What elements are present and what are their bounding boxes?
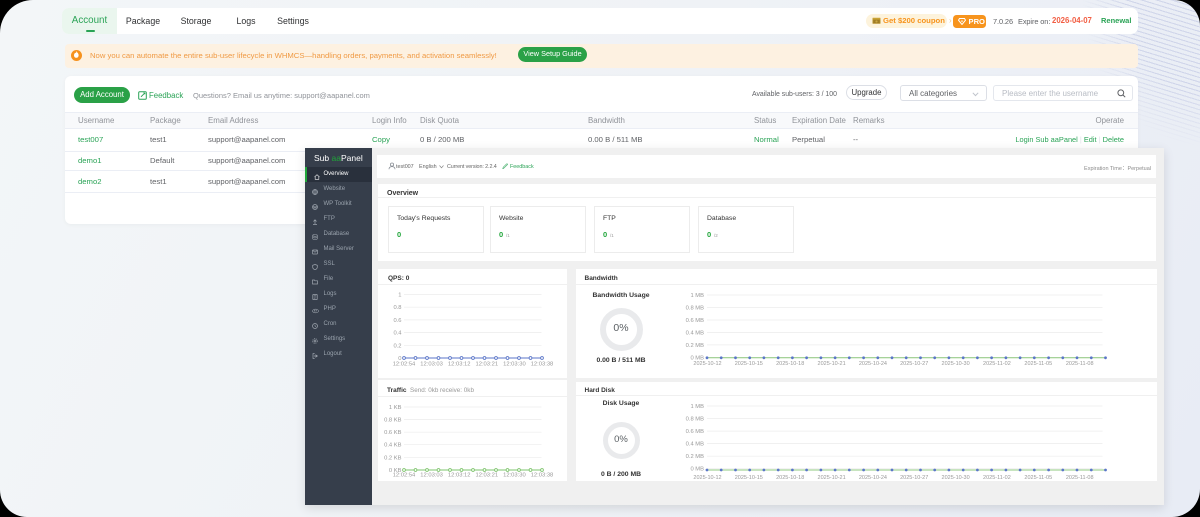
svg-text:2025-11-02: 2025-11-02	[983, 475, 1011, 481]
svg-text:0.4 KB: 0.4 KB	[384, 443, 402, 449]
svg-text:0.8: 0.8	[393, 305, 401, 311]
svg-text:2025-10-15: 2025-10-15	[734, 361, 762, 367]
svg-text:2025-10-15: 2025-10-15	[734, 475, 762, 481]
svg-text:12:02:54: 12:02:54	[393, 473, 416, 479]
svg-text:1: 1	[398, 293, 401, 299]
svg-text:0.4: 0.4	[393, 331, 402, 337]
svg-text:2025-11-08: 2025-11-08	[1065, 475, 1093, 481]
svg-text:0 MB: 0 MB	[690, 467, 704, 473]
svg-text:2025-10-21: 2025-10-21	[817, 361, 845, 367]
svg-text:2025-10-21: 2025-10-21	[817, 475, 845, 481]
svg-text:12:03:30: 12:03:30	[503, 362, 526, 368]
svg-text:12:03:38: 12:03:38	[531, 473, 554, 479]
svg-text:0.2 KB: 0.2 KB	[384, 455, 402, 461]
svg-text:2025-11-02: 2025-11-02	[983, 361, 1011, 367]
svg-text:12:03:03: 12:03:03	[420, 362, 443, 368]
svg-text:1 MB: 1 MB	[690, 293, 704, 299]
svg-text:1 KB: 1 KB	[389, 405, 402, 411]
svg-text:12:03:30: 12:03:30	[503, 473, 526, 479]
svg-text:0.2 MB: 0.2 MB	[685, 343, 703, 349]
svg-text:2025-10-12: 2025-10-12	[693, 361, 721, 367]
svg-text:2025-11-08: 2025-11-08	[1065, 361, 1093, 367]
svg-text:1 MB: 1 MB	[690, 404, 704, 410]
svg-text:12:02:54: 12:02:54	[393, 362, 416, 368]
svg-text:0.8 MB: 0.8 MB	[685, 417, 703, 423]
svg-text:0.4 MB: 0.4 MB	[685, 442, 703, 448]
svg-text:2025-11-05: 2025-11-05	[1024, 475, 1052, 481]
svg-text:0.2 MB: 0.2 MB	[685, 454, 703, 460]
svg-text:12:03:12: 12:03:12	[448, 362, 471, 368]
svg-text:12:03:21: 12:03:21	[476, 473, 499, 479]
svg-text:0.4 MB: 0.4 MB	[685, 330, 703, 336]
svg-text:2025-10-12: 2025-10-12	[693, 475, 721, 481]
svg-text:0.8 MB: 0.8 MB	[685, 306, 703, 312]
svg-text:2025-10-27: 2025-10-27	[900, 475, 928, 481]
svg-text:0.6 MB: 0.6 MB	[685, 318, 703, 324]
svg-text:2025-10-24: 2025-10-24	[858, 475, 886, 481]
svg-text:2025-10-18: 2025-10-18	[776, 475, 804, 481]
svg-text:0.2: 0.2	[393, 343, 401, 349]
svg-text:12:03:12: 12:03:12	[448, 473, 471, 479]
svg-text:0.6 KB: 0.6 KB	[384, 430, 402, 436]
svg-text:0.6 MB: 0.6 MB	[685, 429, 703, 435]
svg-text:2025-11-05: 2025-11-05	[1024, 361, 1052, 367]
svg-text:0.8 KB: 0.8 KB	[384, 418, 402, 424]
svg-text:2025-10-18: 2025-10-18	[776, 361, 804, 367]
svg-text:12:03:21: 12:03:21	[476, 362, 499, 368]
svg-text:2025-10-30: 2025-10-30	[941, 475, 969, 481]
svg-text:2025-10-24: 2025-10-24	[858, 361, 886, 367]
svg-text:0.6: 0.6	[393, 318, 401, 324]
svg-text:12:03:38: 12:03:38	[531, 362, 554, 368]
svg-text:12:03:03: 12:03:03	[420, 473, 443, 479]
svg-text:2025-10-27: 2025-10-27	[900, 361, 928, 367]
svg-text:2025-10-30: 2025-10-30	[941, 361, 969, 367]
